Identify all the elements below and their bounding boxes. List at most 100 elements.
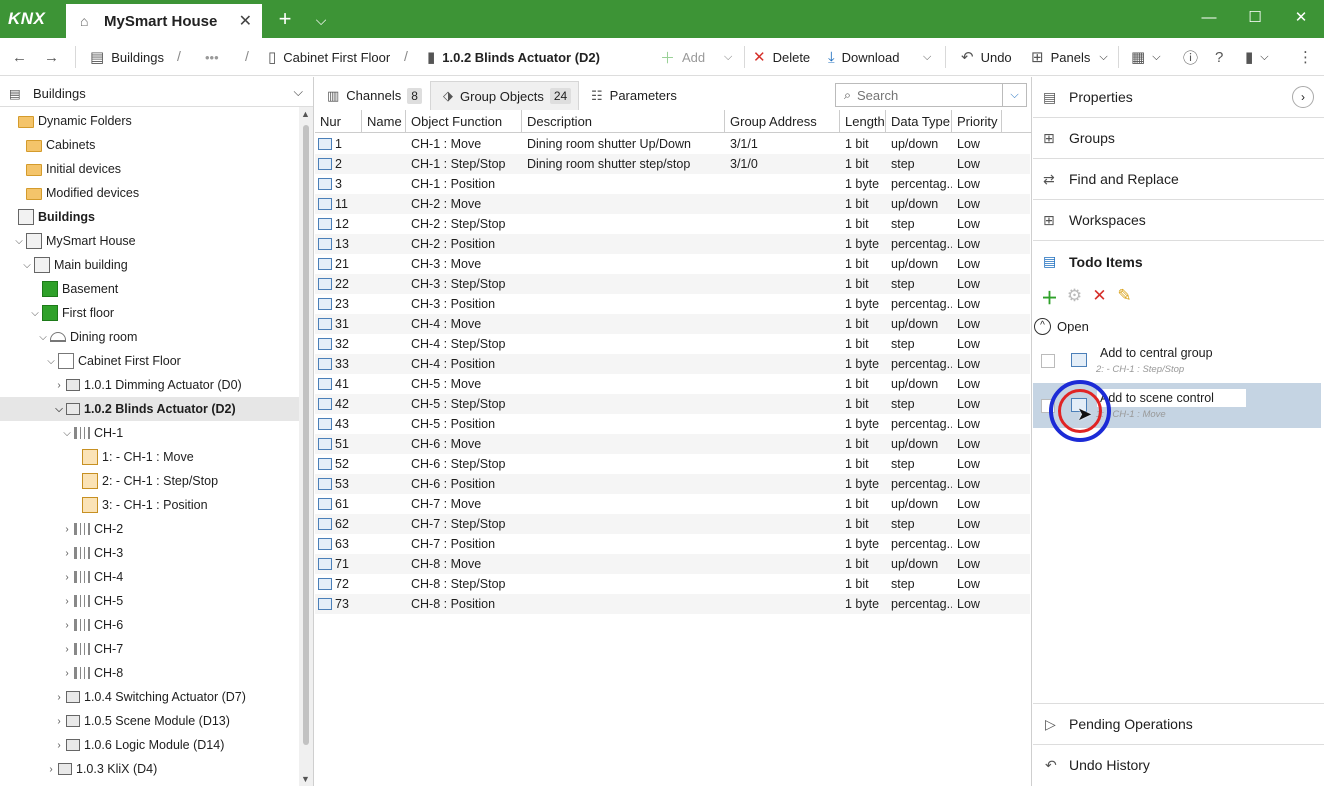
- table-row[interactable]: 31 CH-4 : Move 1 bit up/down Low: [315, 314, 1030, 334]
- column-header[interactable]: Length: [840, 110, 886, 133]
- breadcrumb-buildings[interactable]: ▤ Buildings: [90, 38, 164, 76]
- tree-node[interactable]: ⌵ MySmart House: [0, 229, 299, 253]
- add-button[interactable]: ＋ Add: [660, 38, 705, 76]
- tree-node[interactable]: Modified devices: [0, 181, 299, 205]
- project-tab[interactable]: ⌂ MySmart House ✕: [66, 4, 262, 38]
- column-header[interactable]: Group Address: [725, 110, 840, 133]
- tree-node[interactable]: › 1.0.4 Switching Actuator (D7): [0, 685, 299, 709]
- chevron-down-icon[interactable]: ⌵: [28, 308, 42, 319]
- tree-node[interactable]: › CH-2: [0, 517, 299, 541]
- tree-node[interactable]: 1: - CH-1 : Move: [0, 445, 299, 469]
- chevron-right-icon[interactable]: ›: [52, 380, 66, 391]
- properties-section[interactable]: ▤ Properties ›: [1033, 77, 1324, 118]
- tree-node[interactable]: ⌵ CH-1: [0, 421, 299, 445]
- tree-node[interactable]: Basement: [0, 277, 299, 301]
- more-options-button[interactable]: ⋮: [1298, 38, 1320, 76]
- table-row[interactable]: 72 CH-8 : Step/Stop 1 bit step Low: [315, 574, 1030, 594]
- chevron-right-icon[interactable]: ›: [44, 764, 58, 775]
- tab-parameters[interactable]: ☷ Parameters: [579, 81, 689, 110]
- tree-node[interactable]: › CH-8: [0, 661, 299, 685]
- table-row[interactable]: 21 CH-3 : Move 1 bit up/down Low: [315, 254, 1030, 274]
- tree-node[interactable]: ⌵ First floor: [0, 301, 299, 325]
- tree-node[interactable]: › 1.0.5 Scene Module (D13): [0, 709, 299, 733]
- tree-node[interactable]: › CH-5: [0, 589, 299, 613]
- add-dropdown-chevron-icon[interactable]: ⌵: [724, 38, 732, 76]
- undo-history-section[interactable]: ↶ Undo History: [1033, 744, 1324, 785]
- table-row[interactable]: 62 CH-7 : Step/Stop 1 bit step Low: [315, 514, 1030, 534]
- chevron-right-icon[interactable]: ›: [60, 644, 74, 655]
- table-row[interactable]: 43 CH-5 : Position 1 byte percentag... Low: [315, 414, 1030, 434]
- scroll-up-icon[interactable]: ▲: [301, 109, 310, 119]
- table-row[interactable]: 41 CH-5 : Move 1 bit up/down Low: [315, 374, 1030, 394]
- search-input[interactable]: [857, 87, 988, 103]
- table-row[interactable]: 11 CH-2 : Move 1 bit up/down Low: [315, 194, 1030, 214]
- chevron-right-icon[interactable]: ›: [52, 692, 66, 703]
- chevron-down-icon[interactable]: ⌵: [60, 428, 74, 439]
- tree-node[interactable]: Dynamic Folders: [0, 109, 299, 133]
- table-row[interactable]: 23 CH-3 : Position 1 byte percentag... Low: [315, 294, 1030, 314]
- column-header[interactable]: Nur: [315, 110, 362, 133]
- chevron-right-icon[interactable]: ›: [52, 716, 66, 727]
- tree-node[interactable]: ⌵ Cabinet First Floor: [0, 349, 299, 373]
- table-row[interactable]: 33 CH-4 : Position 1 byte percentag... Low: [315, 354, 1030, 374]
- chevron-right-icon[interactable]: ›: [60, 596, 74, 607]
- forward-button[interactable]: →: [44, 38, 66, 76]
- table-row[interactable]: 63 CH-7 : Position 1 byte percentag... Low: [315, 534, 1030, 554]
- tree-node[interactable]: › CH-6: [0, 613, 299, 637]
- maximize-button[interactable]: ☐: [1232, 0, 1278, 38]
- column-header[interactable]: Data Type: [886, 110, 952, 133]
- workspace-button[interactable]: ▦ ⌵: [1131, 38, 1161, 76]
- close-tab-icon[interactable]: ✕: [239, 11, 252, 31]
- tree-node[interactable]: Buildings: [0, 205, 299, 229]
- tree-node[interactable]: 2: - CH-1 : Step/Stop: [0, 469, 299, 493]
- table-row[interactable]: 53 CH-6 : Position 1 byte percentag... Low: [315, 474, 1030, 494]
- edit-pencil-icon[interactable]: ✎: [1112, 286, 1137, 306]
- help-button[interactable]: ?: [1215, 38, 1230, 76]
- find-replace-section[interactable]: ⇄ Find and Replace: [1033, 159, 1324, 200]
- table-row[interactable]: 22 CH-3 : Step/Stop 1 bit step Low: [315, 274, 1030, 294]
- settings-gear-icon[interactable]: ⚙: [1062, 286, 1087, 306]
- tree-node[interactable]: › 1.0.6 Logic Module (D14): [0, 733, 299, 757]
- table-row[interactable]: 73 CH-8 : Position 1 byte percentag... Low: [315, 594, 1030, 614]
- tree-node[interactable]: ⌵ 1.0.2 Blinds Actuator (D2): [0, 397, 299, 421]
- download-dropdown-chevron-icon[interactable]: ⌵: [923, 38, 931, 76]
- column-header[interactable]: Priority: [952, 110, 1002, 133]
- workspaces-section[interactable]: ⊞ Workspaces: [1033, 200, 1324, 241]
- chevron-right-icon[interactable]: ›: [1292, 86, 1314, 108]
- tree-node[interactable]: › 1.0.1 Dimming Actuator (D0): [0, 373, 299, 397]
- column-header[interactable]: Name: [362, 110, 406, 133]
- table-row[interactable]: 71 CH-8 : Move 1 bit up/down Low: [315, 554, 1030, 574]
- tree-node[interactable]: ⌵ Dining room: [0, 325, 299, 349]
- back-button[interactable]: ←: [12, 38, 34, 76]
- scroll-thumb[interactable]: [303, 125, 309, 745]
- chevron-right-icon[interactable]: ›: [52, 740, 66, 751]
- search-box[interactable]: ⌕ ⌵: [835, 83, 1027, 107]
- chevron-right-icon[interactable]: ›: [60, 524, 74, 535]
- user-menu-button[interactable]: ▮ ⌵: [1245, 38, 1269, 76]
- todo-items-section[interactable]: ▤ Todo Items: [1033, 241, 1324, 282]
- chevron-down-icon[interactable]: ⌵: [52, 404, 66, 415]
- todo-checkbox[interactable]: [1041, 354, 1055, 368]
- tree-node[interactable]: ⌵ Main building: [0, 253, 299, 277]
- add-todo-plus-icon[interactable]: ＋: [1037, 284, 1062, 309]
- panels-button[interactable]: ⊞ Panels ⌵: [1031, 38, 1108, 76]
- todo-item[interactable]: Add to central group 2: - CH-1 : Step/St…: [1033, 338, 1321, 383]
- new-tab-button[interactable]: +: [268, 5, 302, 35]
- table-row[interactable]: 61 CH-7 : Move 1 bit up/down Low: [315, 494, 1030, 514]
- chevron-right-icon[interactable]: ›: [60, 572, 74, 583]
- tree-node[interactable]: › 1.0.3 KliX (D4): [0, 757, 299, 781]
- chevron-down-icon[interactable]: ⌵: [12, 236, 26, 247]
- table-row[interactable]: 1 CH-1 : Move Dining room shutter Up/Down 3…: [315, 134, 1030, 154]
- chevron-right-icon[interactable]: ›: [60, 548, 74, 559]
- tree-node[interactable]: › CH-3: [0, 541, 299, 565]
- tree-node[interactable]: Initial devices: [0, 157, 299, 181]
- tab-channels[interactable]: ▥ Channels 8: [315, 81, 429, 110]
- table-row[interactable]: 32 CH-4 : Step/Stop 1 bit step Low: [315, 334, 1030, 354]
- table-row[interactable]: 13 CH-2 : Position 1 byte percentag... Low: [315, 234, 1030, 254]
- delete-todo-x-icon[interactable]: ✕: [1087, 286, 1112, 306]
- todo-title[interactable]: Add to central group: [1097, 344, 1246, 362]
- chevron-right-icon[interactable]: ›: [60, 620, 74, 631]
- chevron-down-icon[interactable]: ⌵: [36, 332, 50, 343]
- tab-group-objects[interactable]: ⬗ Group Objects 24: [430, 81, 579, 110]
- tree-node[interactable]: › CH-7: [0, 637, 299, 661]
